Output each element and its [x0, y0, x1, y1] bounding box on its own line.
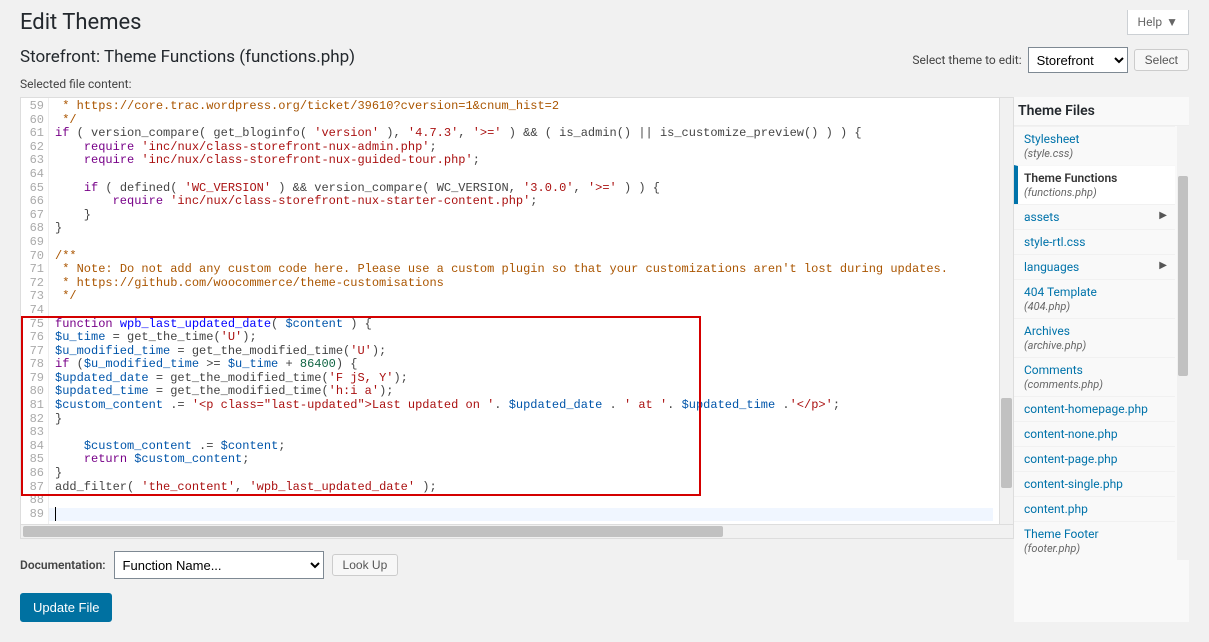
subtitle-theme: Storefront:: [20, 47, 104, 67]
page-title: Edit Themes: [20, 10, 1189, 35]
code-content[interactable]: * https://core.trac.wordpress.org/ticket…: [49, 98, 999, 524]
theme-file-item[interactable]: content.php: [1014, 496, 1175, 521]
theme-file-item[interactable]: Stylesheet(style.css): [1014, 126, 1175, 165]
documentation-select[interactable]: Function Name...: [114, 551, 324, 579]
selected-file-label: Selected file content:: [20, 77, 1189, 91]
theme-file-item[interactable]: style-rtl.css: [1014, 229, 1175, 254]
theme-file-item[interactable]: 404 Template(404.php): [1014, 279, 1175, 318]
code-editor[interactable]: 59 60 61 62 63 64 65 66 67 68 69 70 71 7…: [20, 97, 1014, 525]
select-theme-label: Select theme to edit:: [912, 53, 1021, 67]
line-number-gutter: 59 60 61 62 63 64 65 66 67 68 69 70 71 7…: [21, 98, 49, 524]
lookup-button[interactable]: Look Up: [332, 554, 399, 576]
scrollbar-thumb[interactable]: [1178, 176, 1188, 376]
update-file-button[interactable]: Update File: [20, 593, 112, 622]
theme-file-item[interactable]: assets▶: [1014, 204, 1175, 229]
theme-select[interactable]: Storefront: [1028, 47, 1128, 73]
chevron-down-icon: ▼: [1166, 15, 1178, 29]
theme-files-heading: Theme Files: [1014, 97, 1189, 125]
theme-file-item[interactable]: content-homepage.php: [1014, 396, 1175, 421]
help-label: Help: [1138, 15, 1163, 29]
scrollbar-thumb[interactable]: [1001, 398, 1012, 488]
horizontal-scrollbar[interactable]: [20, 525, 1014, 539]
theme-file-item[interactable]: Comments(comments.php): [1014, 357, 1175, 396]
documentation-label: Documentation:: [20, 558, 106, 572]
help-tab[interactable]: Help ▼: [1127, 10, 1189, 35]
file-subtitle: Storefront: Theme Functions (functions.p…: [20, 47, 355, 67]
theme-file-item[interactable]: content-none.php: [1014, 421, 1175, 446]
theme-file-item[interactable]: Archives(archive.php): [1014, 318, 1175, 357]
theme-file-item[interactable]: Theme Functions(functions.php): [1014, 165, 1175, 204]
scrollbar-thumb[interactable]: [23, 526, 723, 537]
theme-file-item[interactable]: Theme Footer(footer.php): [1014, 521, 1175, 560]
subtitle-main: Theme Functions: [104, 47, 235, 67]
sidebar-scrollbar[interactable]: [1177, 126, 1189, 560]
theme-file-item[interactable]: languages▶: [1014, 254, 1175, 279]
subtitle-filename: (functions.php): [239, 47, 355, 67]
theme-file-item[interactable]: content-page.php: [1014, 446, 1175, 471]
theme-file-item[interactable]: content-single.php: [1014, 471, 1175, 496]
chevron-right-icon: ▶: [1159, 210, 1167, 221]
select-button[interactable]: Select: [1134, 49, 1189, 71]
vertical-scrollbar[interactable]: [999, 98, 1013, 524]
chevron-right-icon: ▶: [1159, 260, 1167, 271]
